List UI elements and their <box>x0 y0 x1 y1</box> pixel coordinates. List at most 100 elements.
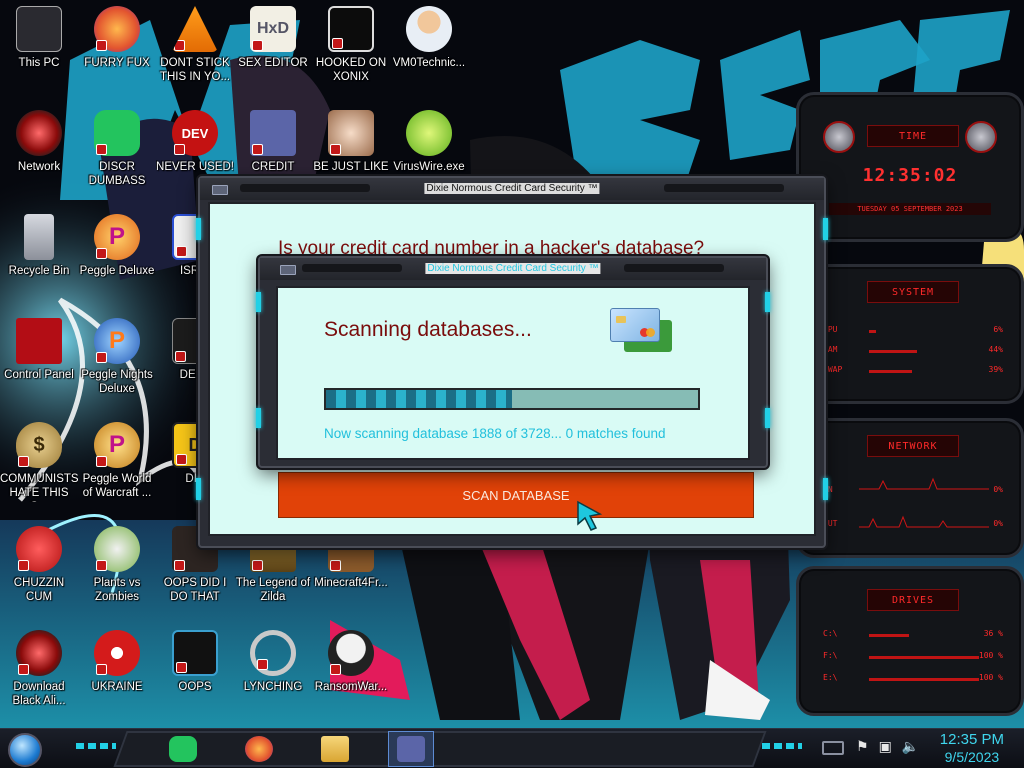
taskbar-clock[interactable]: 12:35 PM 9/5/2023 <box>940 730 1004 766</box>
desktop-icon-label: CHUZZIN CUM <box>13 577 65 603</box>
scan-progress-fill <box>326 390 512 408</box>
discord-icon <box>94 110 140 156</box>
clock-time: 12:35 PM <box>939 731 1004 748</box>
peggle-icon: P <box>94 214 140 260</box>
taskbar-app-button[interactable] <box>312 731 358 767</box>
desktop-icon[interactable]: Download Black Ali... <box>0 630 78 730</box>
desktop-icon-label: Peggle Deluxe <box>79 265 155 277</box>
credit-cards-icon <box>610 308 672 354</box>
desktop-icon[interactable]: This PC <box>0 6 78 106</box>
desktop-icon[interactable]: VM0Technic... <box>390 6 468 106</box>
title-bar[interactable]: Dixie Normous Credit Card Security ™ <box>260 258 766 280</box>
desktop-icon-label: SEX EDITOR <box>238 57 308 69</box>
desktop-icon[interactable]: Plants vs Zombies <box>78 526 156 626</box>
network-icon[interactable]: ▣ <box>879 739 892 755</box>
desktop-icon-label: Peggle World of Warcraft ... <box>82 473 152 499</box>
taskbar-app-button[interactable] <box>388 731 434 767</box>
clock-date: 9/5/2023 <box>944 749 1000 765</box>
desktop-icon-label: VirusWire.exe <box>393 161 465 173</box>
devcpp-icon: DEV <box>172 110 218 156</box>
desktop-icon-label: HOOKED ON XONIX <box>315 57 387 83</box>
desktop-icon[interactable]: P Peggle Nights Deluxe <box>78 318 156 418</box>
skull-icon <box>328 630 374 676</box>
taskbar-app-button[interactable] <box>160 731 206 767</box>
drives-widget-title: DRIVES <box>867 589 959 611</box>
desktop-icon[interactable]: FURRY FUX <box>78 6 156 106</box>
desktop-icon[interactable]: DISCR DUMBASS <box>78 110 156 210</box>
shortcut-arrow-icon <box>96 456 107 467</box>
widget-row-label: F:\ <box>823 651 838 660</box>
pinned-apps <box>160 731 434 767</box>
widget-row: OUT 0% <box>823 519 1003 533</box>
desktop-icon-label: COMMUNISTS HATE THIS G... <box>0 473 78 502</box>
vlc-icon <box>172 6 218 52</box>
this-pc-icon <box>16 6 62 52</box>
desktop-icon-label: Recycle Bin <box>8 265 70 277</box>
shortcut-arrow-icon <box>96 352 107 363</box>
title-bar[interactable]: Dixie Normous Credit Card Security ™ <box>200 178 824 200</box>
desktop-icon[interactable]: DONT STICK THIS IN YO... <box>156 6 234 106</box>
mouse-cursor <box>577 500 603 531</box>
desktop-icon[interactable]: RansomWar... <box>312 630 390 730</box>
volume-icon[interactable]: 🔈 <box>902 739 919 755</box>
pvz-icon <box>94 526 140 572</box>
widget-row-label: C:\ <box>823 629 838 638</box>
desktop-icon-label: LYNCHING <box>243 681 303 693</box>
widget-level-bar <box>869 330 876 333</box>
network-widget-title: NETWORK <box>867 435 959 457</box>
system-widget: SYSTEM CPU 6% RAM 44% SWAP 39% <box>796 264 1024 404</box>
shortcut-arrow-icon <box>176 662 187 673</box>
shortcut-arrow-icon <box>96 144 107 155</box>
widget-row: C:\ 36 % <box>823 629 1003 643</box>
alienware-icon <box>16 630 62 676</box>
credit-card-security-window-front[interactable]: Dixie Normous Credit Card Security ™ Sca… <box>256 256 770 468</box>
widget-level-bar <box>869 634 909 637</box>
shortcut-arrow-icon <box>96 40 107 51</box>
drives-widget: DRIVES C:\ 36 % F:\ 100 % E:\ 100 % <box>796 566 1024 716</box>
desktop-icon-label: UKRAINE <box>91 681 143 693</box>
desktop-icon[interactable]: Control Panel <box>0 318 78 418</box>
shortcut-arrow-icon <box>252 40 263 51</box>
desktop-icon[interactable]: Network <box>0 110 78 210</box>
taskbar: ⚑ ▣ 🔈 12:35 PM 9/5/2023 <box>0 728 1024 768</box>
chuzzle-icon <box>16 526 62 572</box>
desktop-icon-label: OOPS DID I DO THAT <box>163 577 227 603</box>
desktop-icon-label: FURRY FUX <box>84 57 150 69</box>
shortcut-arrow-icon <box>174 144 185 155</box>
time-widget: TIME 12:35:02 TUESDAY 05 SEPTEMBER 2023 <box>796 92 1024 242</box>
widget-row-value: 6% <box>993 325 1003 334</box>
widget-row: IN0% <box>823 485 1003 499</box>
scanning-heading: Scanning databases... <box>324 318 532 341</box>
shortcut-arrow-icon <box>18 456 29 467</box>
desktop-icon[interactable]: P Peggle World of Warcraft ... <box>78 422 156 522</box>
widget-row: CPU 6% <box>823 325 1003 339</box>
shortcut-arrow-icon <box>330 664 341 675</box>
desktop-icon-label: NEVER USED! <box>156 161 234 173</box>
taskbar-app-button[interactable] <box>236 731 282 767</box>
desktop-icon-label: Download Black Ali... <box>12 681 66 707</box>
desktop-icon[interactable]: OOPS <box>156 630 234 730</box>
peggle-wow-icon: P <box>94 422 140 468</box>
desktop-icon[interactable]: HxD SEX EDITOR <box>234 6 312 106</box>
money-bag-icon: $ <box>16 422 62 468</box>
desktop-icon[interactable]: LYNCHING <box>234 630 312 730</box>
flag-icon[interactable]: ⚑ <box>856 739 869 755</box>
desktop-icon[interactable]: CHUZZIN CUM <box>0 526 78 626</box>
show-keyboard-icon[interactable] <box>822 741 844 755</box>
shortcut-arrow-icon <box>96 248 107 259</box>
desktop-icon[interactable]: P Peggle Deluxe <box>78 214 156 314</box>
shortcut-arrow-icon <box>174 40 185 51</box>
desktop-icon[interactable]: Recycle Bin <box>0 214 78 314</box>
desktop-icon-label: DONT STICK THIS IN YO... <box>159 57 231 83</box>
desktop-icon-label: This PC <box>18 57 60 69</box>
shortcut-arrow-icon <box>330 144 341 155</box>
widget-date: TUESDAY 05 SEPTEMBER 2023 <box>829 203 991 215</box>
start-button[interactable] <box>8 733 42 767</box>
shortcut-arrow-icon <box>257 659 268 670</box>
desktop-icon-label: OOPS <box>178 681 212 693</box>
desktop-icon[interactable]: HOOKED ON XONIX <box>312 6 390 106</box>
desktop-icon[interactable]: UKRAINE <box>78 630 156 730</box>
desktop-icon[interactable]: $ COMMUNISTS HATE THIS G... <box>0 422 78 522</box>
network-icon <box>16 110 62 156</box>
scan-database-button[interactable]: SCAN DATABASE <box>278 472 754 518</box>
